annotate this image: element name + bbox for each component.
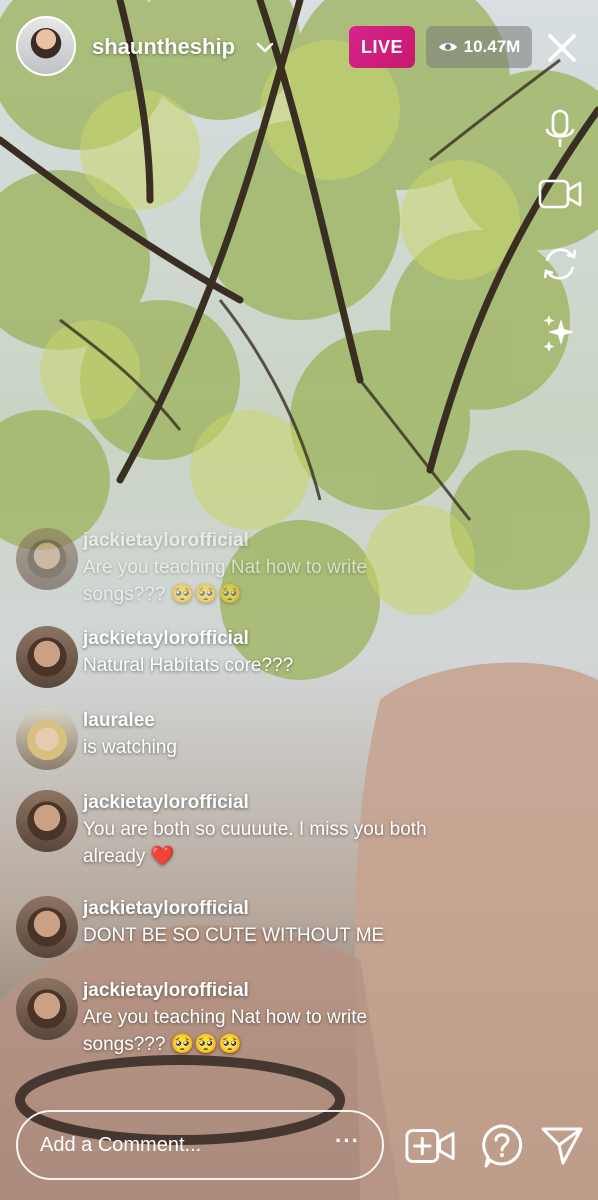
host-avatar[interactable] [16, 16, 76, 76]
commenter-avatar[interactable] [16, 790, 78, 852]
live-badge: LIVE [349, 26, 415, 68]
comment-text: Are you teaching Nat how to write songs?… [83, 557, 368, 605]
live-comments-list: jackietaylorofficial Are you teaching Na… [0, 520, 598, 1080]
bottom-bar: Add a Comment... ··· [0, 1100, 598, 1200]
comment-username[interactable]: jackietaylorofficial [83, 530, 249, 552]
comment-input[interactable]: Add a Comment... ··· [16, 1110, 384, 1180]
comment-username[interactable]: jackietaylorofficial [83, 898, 249, 920]
comment-username[interactable]: jackietaylorofficial [83, 792, 249, 814]
question-icon[interactable] [476, 1120, 528, 1172]
commenter-avatar[interactable] [16, 896, 78, 958]
comment-text: Are you teaching Nat how to write songs?… [83, 1007, 368, 1055]
comment-text: Natural Habitats core??? [83, 655, 294, 676]
send-icon[interactable] [536, 1120, 588, 1172]
top-bar: shauntheship LIVE 10.47M [0, 0, 598, 100]
comment-text: You are both so cuuuute. I miss you both… [83, 819, 427, 867]
close-icon[interactable] [544, 30, 580, 66]
sparkles-effects-icon[interactable] [534, 308, 586, 360]
comment-text: DONT BE SO CUTE WITHOUT ME [83, 925, 385, 946]
host-username[interactable]: shauntheship [92, 34, 235, 60]
viewer-count-badge[interactable]: 10.47M [426, 26, 532, 68]
more-options-icon[interactable]: ··· [335, 1128, 360, 1154]
viewer-count: 10.47M [463, 37, 521, 56]
video-camera-icon[interactable] [534, 168, 586, 220]
chevron-down-icon[interactable] [254, 36, 276, 58]
comment-placeholder: Add a Comment... [40, 1134, 202, 1156]
comment-username[interactable]: jackietaylorofficial [83, 628, 249, 650]
live-video-stage: shauntheship LIVE 10.47M jackietayloroff… [0, 0, 598, 1200]
commenter-avatar[interactable] [16, 626, 78, 688]
comment-text: is watching [83, 737, 177, 758]
commenter-avatar[interactable] [16, 708, 78, 770]
comment-username[interactable]: jackietaylorofficial [83, 980, 249, 1002]
comment-username[interactable]: lauralee [83, 710, 155, 732]
microphone-icon[interactable] [534, 104, 586, 156]
commenter-avatar[interactable] [16, 528, 78, 590]
eye-icon [438, 43, 457, 51]
add-video-icon[interactable] [404, 1120, 456, 1172]
flip-camera-icon[interactable] [534, 238, 586, 290]
commenter-avatar[interactable] [16, 978, 78, 1040]
